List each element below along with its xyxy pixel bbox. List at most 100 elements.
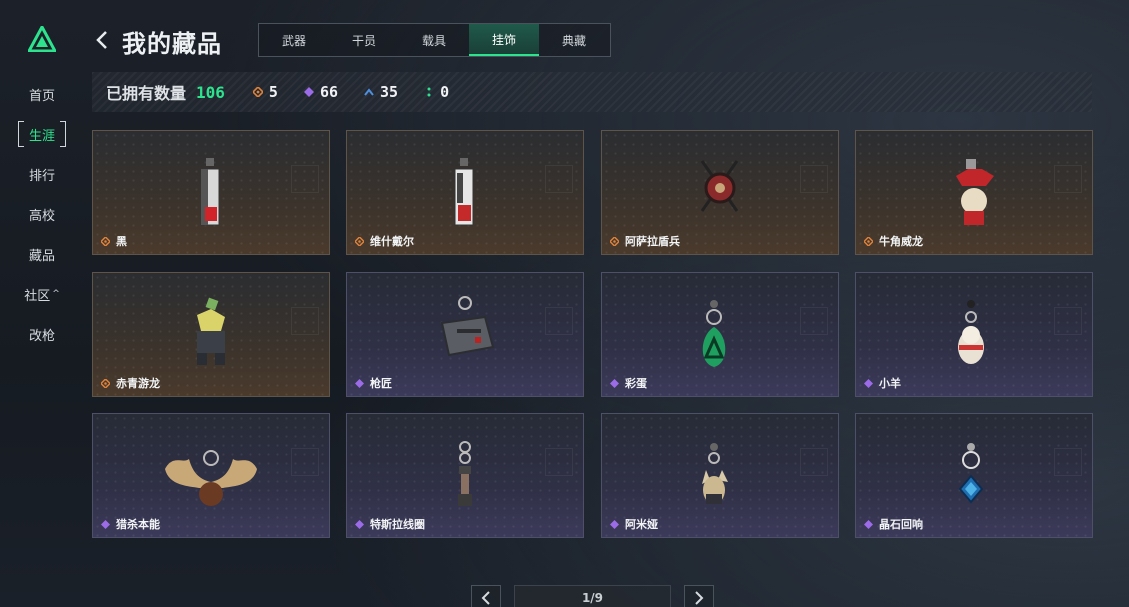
sidebar-item-collection[interactable]: 藏品: [0, 234, 84, 274]
sidebar-item-label: 社区: [24, 288, 51, 304]
charm-card[interactable]: 小羊: [855, 272, 1093, 397]
purple-gem-icon: [864, 519, 873, 529]
charm-label: 小羊: [864, 375, 901, 391]
sidebar-item-label: 高校: [28, 208, 55, 224]
green-gem-icon: [427, 87, 431, 97]
tab-archive[interactable]: 典藏: [539, 24, 609, 56]
charm-image: [458, 441, 472, 506]
rarity-count-purple: 66: [303, 83, 339, 101]
orange-gem-icon: [252, 87, 263, 97]
chevron-left-icon[interactable]: [95, 30, 109, 50]
purple-gem-icon: [864, 378, 873, 388]
charm-card[interactable]: 牛角威龙: [855, 130, 1093, 255]
charm-card[interactable]: 彩蛋: [601, 272, 839, 397]
charm-label: 阿萨拉盾兵: [610, 233, 680, 249]
charm-label: 牛角威龙: [864, 233, 923, 249]
charm-label: 彩蛋: [610, 375, 647, 391]
orange-gem-icon: [101, 236, 110, 246]
sidebar-item-college[interactable]: 高校: [0, 194, 84, 234]
orange-gem-icon: [610, 236, 619, 246]
charm-label: 阿米娅: [610, 516, 658, 532]
charm-label: 特斯拉线圈: [355, 516, 425, 532]
charm-name: 阿萨拉盾兵: [625, 235, 680, 248]
blue-gem-icon: [364, 88, 374, 96]
charm-name: 晶石回响: [879, 518, 923, 531]
charm-label: 黑: [101, 233, 127, 249]
charm-card[interactable]: 赤青游龙: [92, 272, 330, 397]
active-bracket: [18, 121, 66, 147]
sidebar-item-label: 首页: [28, 88, 55, 104]
charm-label: 晶石回响: [864, 516, 923, 532]
tab-charms[interactable]: 挂饰: [469, 24, 539, 56]
charm-name: 赤青游龙: [116, 377, 160, 390]
charm-label: 赤青游龙: [101, 375, 160, 391]
sidebar-item-community[interactable]: 社区 ^: [0, 274, 84, 314]
charm-card[interactable]: 晶石回响: [855, 413, 1093, 538]
charm-image: [454, 158, 474, 226]
charm-label: 维什戴尔: [355, 233, 414, 249]
owned-total: 106: [196, 82, 225, 102]
tab-operators[interactable]: 干员: [329, 24, 399, 56]
charm-name: 维什戴尔: [370, 235, 414, 248]
charm-name: 阿米娅: [625, 518, 658, 531]
charm-image: [702, 300, 726, 367]
charm-label: 枪匠: [355, 375, 392, 391]
charm-name: 牛角威龙: [879, 235, 923, 248]
purple-gem-icon: [303, 87, 314, 97]
orange-gem-icon: [101, 378, 110, 388]
charm-card[interactable]: 枪匠: [346, 272, 584, 397]
page-title: 我的藏品: [122, 30, 222, 58]
charm-name: 枪匠: [370, 377, 392, 390]
rarity-count-orange: 5: [252, 83, 278, 101]
sidebar-item-ranking[interactable]: 排行: [0, 154, 84, 194]
charm-image: [200, 158, 220, 226]
sidebar-item-label: 改枪: [28, 328, 55, 344]
purple-gem-icon: [355, 519, 364, 529]
charm-card[interactable]: 特斯拉线圈: [346, 413, 584, 538]
category-tabs: 武器 干员 载具 挂饰 典藏: [258, 23, 611, 57]
charm-name: 彩蛋: [625, 377, 647, 390]
sidebar-item-home[interactable]: 首页: [0, 74, 84, 114]
rarity-count: 0: [440, 83, 450, 101]
chevron-up-icon: ^: [52, 289, 60, 299]
chevron-left-icon: [481, 591, 490, 605]
next-page-button[interactable]: [684, 585, 714, 607]
charm-image: [956, 159, 994, 225]
purple-gem-icon: [355, 378, 364, 388]
owned-stats-bar: 已拥有数量 106 5 66 35 0: [92, 72, 1092, 112]
charm-card[interactable]: 猎杀本能: [92, 413, 330, 538]
purple-gem-icon: [610, 519, 619, 529]
charm-image: [702, 443, 728, 504]
charm-name: 黑: [116, 235, 127, 248]
tab-weapons[interactable]: 武器: [259, 24, 329, 56]
rarity-count: 35: [380, 83, 399, 101]
sidebar-item-label: 藏品: [28, 248, 55, 264]
purple-gem-icon: [610, 378, 619, 388]
charm-card[interactable]: 阿萨拉盾兵: [601, 130, 839, 255]
sidebar-nav: 首页 生涯 排行 高校 藏品 社区 ^ 改枪: [0, 74, 84, 354]
chevron-right-icon: [695, 591, 704, 605]
sidebar-item-career[interactable]: 生涯: [0, 114, 84, 154]
orange-gem-icon: [864, 236, 873, 246]
triangle-logo-icon[interactable]: [28, 26, 56, 52]
orange-gem-icon: [355, 236, 364, 246]
purple-gem-icon: [101, 519, 110, 529]
sidebar-item-gunsmith[interactable]: 改枪: [0, 314, 84, 354]
charm-image: [440, 296, 495, 357]
charm-card[interactable]: 黑: [92, 130, 330, 255]
charm-card[interactable]: 维什戴尔: [346, 130, 584, 255]
charm-image: [197, 297, 225, 365]
charm-card[interactable]: 阿米娅: [601, 413, 839, 538]
owned-label: 已拥有数量: [106, 84, 187, 103]
tab-vehicles[interactable]: 载具: [399, 24, 469, 56]
charm-image: [958, 300, 984, 364]
rarity-count: 5: [268, 83, 278, 101]
charm-label: 猎杀本能: [101, 516, 160, 532]
prev-page-button[interactable]: [471, 585, 501, 607]
sidebar-item-label: 排行: [28, 168, 55, 184]
rarity-count-blue: 35: [364, 83, 398, 101]
charm-name: 小羊: [879, 377, 901, 390]
charm-image: [700, 160, 739, 212]
rarity-count: 66: [319, 83, 339, 101]
charm-name: 猎杀本能: [116, 518, 160, 531]
